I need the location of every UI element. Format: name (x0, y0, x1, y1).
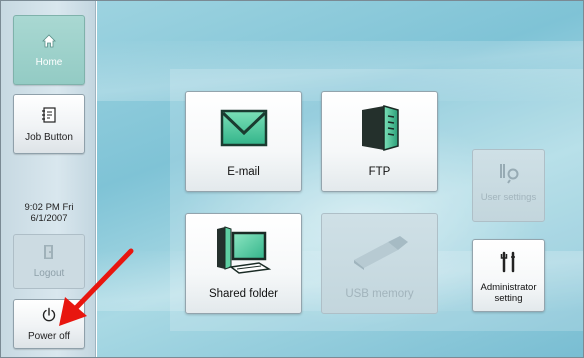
red-arrow-annotation (59, 248, 134, 326)
device-screen: Home Job Button 9:02 PM Fri 6/1/2007 Log… (0, 0, 584, 358)
